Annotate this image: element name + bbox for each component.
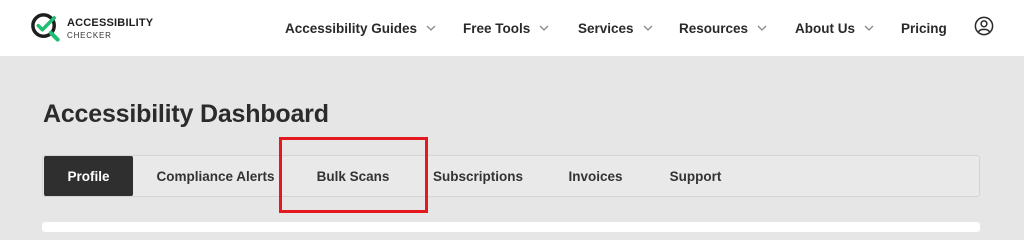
user-account-icon[interactable] <box>974 16 994 36</box>
nav-about-us[interactable]: About Us <box>795 19 874 37</box>
tab-compliance-alerts[interactable]: Compliance Alerts <box>143 156 288 196</box>
nav-item-label: Free Tools <box>463 20 531 36</box>
chevron-down-icon <box>643 25 653 31</box>
logo-subtitle: CHECKER <box>67 31 112 40</box>
nav-resources[interactable]: Resources <box>679 19 767 37</box>
dashboard-tab-bar: Profile Compliance Alerts Bulk Scans Sub… <box>42 155 980 197</box>
tab-label: Compliance Alerts <box>156 168 275 184</box>
chevron-down-icon <box>426 25 436 31</box>
chevron-down-icon <box>864 25 874 31</box>
nav-item-label: Accessibility Guides <box>285 20 418 36</box>
tab-support[interactable]: Support <box>658 156 733 196</box>
nav-accessibility-guides[interactable]: Accessibility Guides <box>285 19 436 37</box>
nav-item-label: Resources <box>679 20 749 36</box>
chevron-down-icon <box>757 25 767 31</box>
nav-item-label: Pricing <box>901 20 947 36</box>
tab-label: Invoices <box>568 168 623 184</box>
chevron-down-icon <box>539 25 549 31</box>
dashboard-content-panel <box>42 222 980 232</box>
logo-title: ACCESSIBILITY <box>67 17 154 29</box>
highlight-annotation-box <box>279 137 428 213</box>
nav-free-tools[interactable]: Free Tools <box>463 19 549 37</box>
tab-label: Support <box>669 168 722 184</box>
top-navigation-bar: ACCESSIBILITY CHECKER Accessibility Guid… <box>0 0 1024 56</box>
nav-item-label: About Us <box>795 20 855 36</box>
site-logo[interactable]: ACCESSIBILITY CHECKER <box>30 12 170 44</box>
tab-label: Subscriptions <box>432 168 523 184</box>
nav-item-label: Services <box>578 20 634 36</box>
page-title: Accessibility Dashboard <box>43 100 329 128</box>
logo-check-magnifier-icon <box>31 13 60 42</box>
nav-services[interactable]: Services <box>578 19 653 37</box>
tab-invoices[interactable]: Invoices <box>553 156 638 196</box>
nav-pricing[interactable]: Pricing <box>901 19 947 37</box>
tab-profile[interactable]: Profile <box>44 156 133 196</box>
tab-label: Profile <box>67 168 110 184</box>
tab-subscriptions[interactable]: Subscriptions <box>423 156 533 196</box>
